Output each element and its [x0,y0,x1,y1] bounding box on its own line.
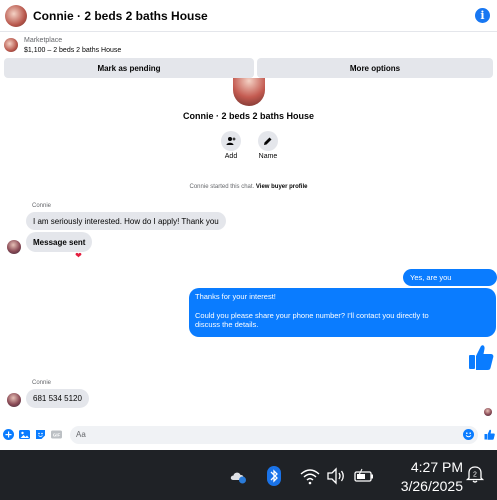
sender-name: Connie [32,380,52,386]
info-icon[interactable]: i [475,8,490,23]
sticker-icon[interactable] [35,429,46,440]
view-buyer-profile-link[interactable]: View buyer profile [256,184,308,190]
message-line: discuss the details. [195,320,259,329]
marketplace-strip[interactable]: Marketplace $1,100 – 2 beds 2 baths Hous… [0,34,497,58]
volume-icon[interactable] [326,466,346,486]
wifi-icon[interactable] [300,466,320,486]
image-icon[interactable] [19,429,30,440]
bluetooth-icon[interactable] [264,466,284,486]
cloud-icon[interactable] [229,466,249,486]
add-person-icon [221,131,241,151]
plus-circle-icon[interactable] [3,429,14,440]
message-bubble[interactable]: Thanks for your interest! Could you plea… [189,288,496,337]
clock-time[interactable]: 4:27 PM [393,459,463,475]
profile-avatar [233,78,265,106]
add-button[interactable]: Add [216,131,246,160]
battery-icon[interactable] [354,466,374,486]
sender-name: Connie [32,203,52,209]
chat-header: Connie · 2 beds 2 baths House i [0,0,497,32]
system-message: Connie started this chat. View buyer pro… [0,184,497,190]
message-bubble[interactable]: I am seriously interested. How do I appl… [26,212,226,230]
bell-icon[interactable]: 2 [465,464,485,484]
message-input[interactable]: Aa [70,426,478,444]
heart-reaction-icon[interactable]: ❤ [74,252,83,260]
listing-price: $1,100 – 2 beds 2 baths House [24,47,122,54]
message-line [195,302,490,311]
gif-icon[interactable]: GIF [51,429,62,440]
avatar[interactable] [7,393,21,407]
chat-title[interactable]: Connie · 2 beds 2 baths House [33,9,208,23]
svg-text:GIF: GIF [53,433,61,438]
composer: GIF Aa [0,424,497,446]
messenger-window: Connie · 2 beds 2 baths House i Marketpl… [0,0,497,450]
message-bubble[interactable]: Yes, are you interested? [403,269,497,299]
message-line: Thanks for your interest! [195,292,276,301]
listing-thumbnail [4,38,18,52]
name-button[interactable]: Name [253,131,283,160]
taskbar: 4:27 PM 3/26/2025 2 [0,450,497,500]
add-label: Add [224,153,238,160]
read-receipt-avatar [484,408,492,416]
mark-as-pending-button[interactable]: Mark as pending [4,58,254,78]
avatar[interactable] [5,4,27,27]
message-bubble[interactable]: 681 534 5120 [26,389,89,408]
pencil-icon [258,131,278,151]
emoji-icon[interactable] [463,429,474,440]
name-label: Name [258,153,278,160]
message-bubble[interactable]: Message sent [26,232,93,252]
more-options-button[interactable]: More options [257,58,493,78]
profile-name: Connie · 2 beds 2 baths House [182,111,315,121]
notification-count: 2 [473,472,477,479]
thumbs-up-icon[interactable] [484,429,495,440]
system-message-text: Connie started this chat. [189,184,255,190]
thumbs-up-icon[interactable] [468,343,494,371]
avatar[interactable] [7,240,21,254]
message-line: Could you please share your phone number… [195,310,429,320]
clock-date[interactable]: 3/26/2025 [378,478,463,494]
marketplace-label: Marketplace [24,37,63,44]
